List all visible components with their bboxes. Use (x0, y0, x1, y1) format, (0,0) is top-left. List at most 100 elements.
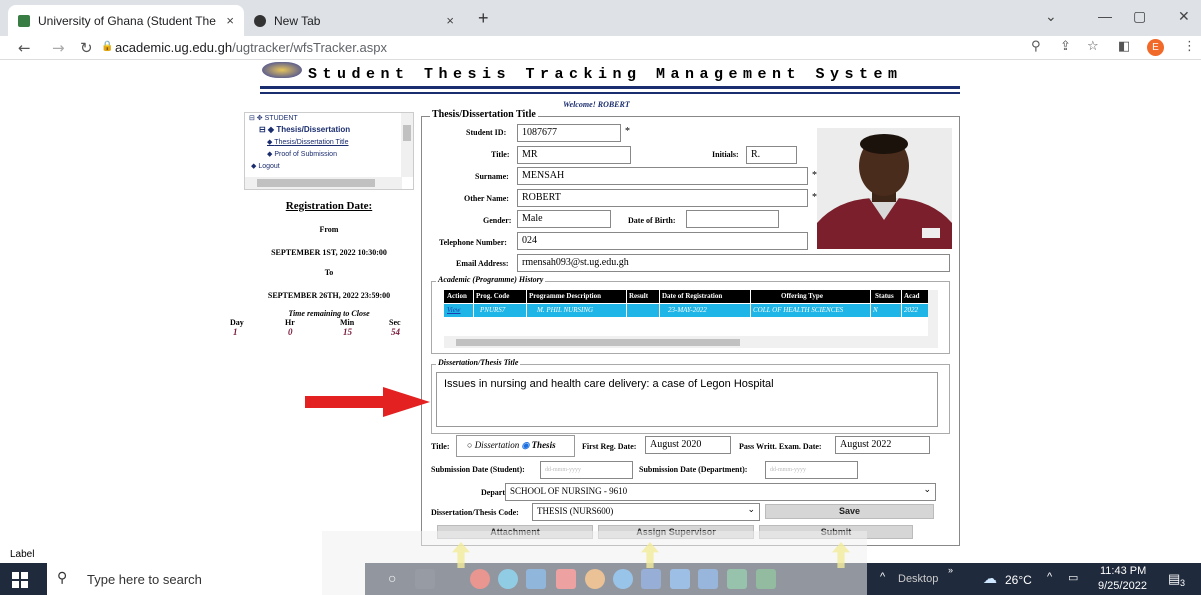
tab-new-tab[interactable]: New Tab × (244, 5, 464, 36)
windows-start-icon[interactable] (12, 572, 28, 588)
email-field[interactable]: rmensah093@st.ug.edu.gh (517, 254, 950, 272)
notification-count: 3 (1180, 578, 1186, 588)
tab-university[interactable]: University of Ghana (Student The × (8, 5, 244, 36)
thesis-type-label: Title: (431, 442, 450, 451)
academic-table: Action Prog. Code Programme Description … (444, 290, 938, 318)
academic-scroll-thumb[interactable] (456, 339, 740, 346)
clock-time[interactable]: 11:43 PM (1100, 565, 1146, 577)
academic-legend: Academic (Programme) History (436, 275, 546, 284)
gender-field[interactable]: Male (517, 210, 611, 228)
table-header: Prog. Code (474, 290, 526, 303)
unit-hr: Hr (285, 318, 295, 327)
surname-field[interactable]: MENSAH (517, 167, 808, 185)
othername-field[interactable]: ROBERT (517, 189, 808, 207)
taskbar-search-input[interactable]: Type here to search (47, 563, 365, 595)
battery-icon[interactable]: ▭ (1068, 571, 1078, 584)
page-label: Label (10, 549, 35, 560)
restore-icon[interactable]: ▢ (1133, 8, 1146, 25)
lock-icon: 🔒 (101, 41, 114, 52)
forward-icon[interactable]: → (52, 39, 65, 57)
radio-thesis[interactable]: ◉ Thesis (521, 440, 555, 450)
star-icon[interactable]: ☆ (1087, 39, 1099, 54)
student-id-label: Student ID: (466, 128, 507, 137)
search-icon: ⚲ (57, 570, 68, 586)
save-button[interactable]: Save (765, 504, 934, 519)
chevron-right-icon[interactable]: » (948, 565, 953, 575)
dissertation-title-textarea[interactable]: Issues in nursing and health care delive… (436, 372, 938, 427)
sidepanel-icon[interactable]: ◧ (1118, 39, 1130, 54)
chevron-up-icon[interactable]: ^ (880, 571, 885, 583)
table-cell (627, 304, 659, 317)
chevron-down-icon[interactable]: ⌄ (1045, 8, 1057, 25)
table-header: Programme Description (527, 290, 626, 303)
countdown-hr: 0 (288, 327, 293, 337)
first-reg-field[interactable]: August 2020 (645, 436, 731, 454)
tree-link-logout[interactable]: ◆ Logout (251, 162, 280, 170)
tree-node-thesis[interactable]: ⊟ ◆ Thesis/Dissertation (259, 125, 350, 134)
student-photo (817, 128, 952, 249)
menu-icon[interactable]: ⋮ (1183, 39, 1196, 54)
radio-dissertation[interactable]: ○ Dissertation (467, 440, 519, 450)
form-legend: Thesis/Dissertation Title (430, 109, 538, 120)
first-reg-label: First Reg. Date: (582, 442, 637, 451)
registration-heading: Registration Date: (285, 200, 373, 212)
tree-node-student[interactable]: ⊟ ✥ STUDENT (249, 114, 298, 122)
email-label: Email Address: (456, 259, 509, 268)
table-header: Result (627, 290, 659, 303)
close-icon[interactable]: × (446, 13, 454, 28)
title-field[interactable]: MR (517, 146, 631, 164)
tree-link-proof[interactable]: ◆ Proof of Submission (267, 150, 337, 158)
zoom-icon[interactable]: ⚲ (1031, 39, 1041, 54)
url-field[interactable]: academic.ug.edu.gh/ugtracker/wfsTracker.… (115, 40, 387, 55)
pass-exam-field[interactable]: August 2022 (835, 436, 930, 454)
table-header: Action (444, 290, 473, 303)
tree-link-title[interactable]: ◆ Thesis/Dissertation Title (267, 138, 349, 146)
countdown-day: 1 (233, 327, 238, 337)
minimize-icon[interactable]: — (1098, 8, 1112, 24)
sub-student-field[interactable]: dd-mmm-yyyy (540, 461, 633, 479)
countdown-sec: 54 (391, 327, 400, 337)
share-icon[interactable]: ⇪ (1060, 39, 1071, 54)
site-favicon-icon (18, 14, 30, 27)
thesis-code-select[interactable]: THESIS (NURS600) ⌄ (532, 503, 760, 521)
othername-label: Other Name: (464, 194, 509, 203)
close-window-icon[interactable]: ✕ (1178, 8, 1190, 25)
initials-field[interactable]: R. (746, 146, 797, 164)
notification-icon[interactable]: ▤ (1168, 571, 1180, 587)
countdown-min: 15 (343, 327, 352, 337)
sub-dept-field[interactable]: dd-mmm-yyyy (765, 461, 858, 479)
from-label: From (319, 225, 339, 234)
tree-scrollbar-vertical[interactable] (401, 113, 413, 177)
welcome-text: Welcome! ROBERT (563, 100, 630, 109)
dissertation-legend: Dissertation/Thesis Title (436, 358, 521, 367)
profile-avatar[interactable]: E (1147, 39, 1164, 56)
clock-date[interactable]: 9/25/2022 (1098, 580, 1147, 592)
student-id-field[interactable]: 1087677 (517, 124, 621, 142)
close-icon[interactable]: × (226, 13, 234, 28)
academic-scrollbar-vertical[interactable] (928, 290, 938, 336)
to-date: SEPTEMBER 26TH, 2022 23:59:00 (267, 291, 391, 300)
new-tab-button[interactable]: + (478, 8, 489, 29)
department-select[interactable]: SCHOOL OF NURSING - 9610 ⌄ (505, 483, 936, 501)
phone-field[interactable]: 024 (517, 232, 808, 250)
weather-cloud-icon[interactable]: ☁ (983, 570, 997, 587)
desktop-toolbar[interactable]: Desktop (898, 573, 938, 585)
weather-temp[interactable]: 26°C (1005, 573, 1032, 587)
header-divider (260, 86, 960, 89)
chevron-down-icon: ⌄ (923, 485, 931, 495)
remaining-label: Time remaining to Close (288, 309, 370, 318)
gender-label: Gender: (483, 216, 512, 225)
thesis-code-label: Dissertation/Thesis Code: (431, 508, 519, 517)
chevron-up-icon[interactable]: ^ (1047, 571, 1052, 583)
dob-field[interactable] (686, 210, 779, 228)
overlay-highlight (322, 531, 867, 595)
unit-min: Min (340, 318, 355, 327)
tab-strip: University of Ghana (Student The × New T… (0, 0, 1201, 36)
back-icon[interactable]: ← (18, 39, 31, 57)
table-header: Date of Registration (660, 290, 750, 303)
tab-title: New Tab (274, 13, 321, 28)
tree-scrollbar-horizontal[interactable] (245, 177, 402, 189)
reload-icon[interactable]: ↻ (80, 39, 93, 57)
view-link[interactable]: View (444, 304, 473, 317)
to-label: To (324, 268, 334, 277)
